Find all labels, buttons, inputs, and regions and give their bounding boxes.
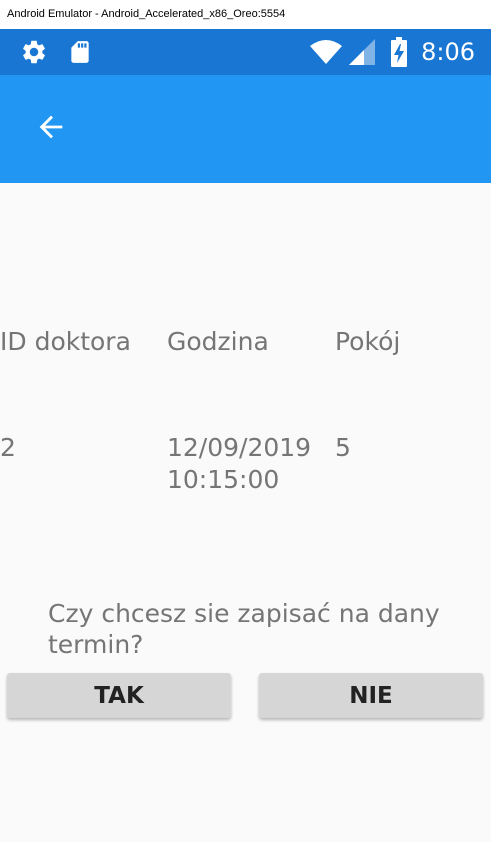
no-button[interactable]: NIE (259, 673, 483, 718)
yes-button[interactable]: TAK (7, 673, 231, 718)
wifi-icon (308, 29, 344, 75)
header-id-doktora: ID doktora (0, 327, 131, 356)
status-time: 8:06 (421, 38, 475, 66)
cell-time-clock: 10:15:00 (167, 465, 280, 494)
cell-doctor-id: 2 (0, 433, 16, 462)
status-bar: 8:06 (0, 29, 491, 75)
window-title: Android Emulator - Android_Accelerated_x… (0, 0, 491, 29)
header-pokoj: Pokój (335, 327, 401, 356)
cell-time-date: 12/09/2019 (167, 433, 312, 462)
back-button[interactable] (24, 105, 78, 153)
header-godzina: Godzina (167, 327, 269, 356)
cell-time: 12/09/2019 10:15:00 (167, 432, 311, 496)
sd-card-icon (66, 29, 94, 75)
confirm-question: Czy chcesz sie zapisać na dany termin? (48, 599, 440, 659)
battery-charging-icon (388, 29, 410, 75)
gear-icon (19, 29, 49, 75)
arrow-left-icon (34, 110, 68, 148)
app-bar (0, 75, 491, 183)
signal-icon (348, 29, 376, 75)
cell-room: 5 (335, 433, 351, 462)
